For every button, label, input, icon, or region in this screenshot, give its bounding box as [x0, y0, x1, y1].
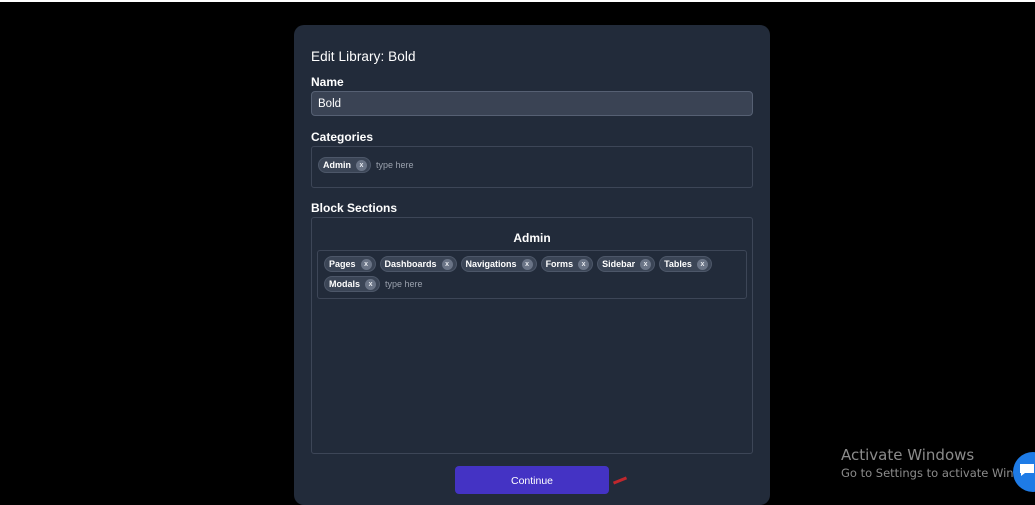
section-chip-forms: Forms x	[540, 256, 594, 272]
category-chip-admin: Admin x	[318, 157, 371, 173]
watermark-title: Activate Windows	[841, 446, 975, 464]
block-sections-panel: Admin Pages x Dashboards x Navigations x…	[311, 217, 753, 454]
section-chip-modals: Modals x	[324, 276, 381, 292]
remove-icon[interactable]: x	[640, 258, 652, 270]
categories-tag-input[interactable]: Admin x	[311, 146, 753, 188]
chip-label: Modals	[329, 279, 361, 289]
section-chip-dashboards: Dashboards x	[379, 256, 457, 272]
chip-label: Sidebar	[602, 259, 636, 269]
remove-icon[interactable]: x	[696, 258, 708, 270]
remove-icon[interactable]: x	[365, 278, 377, 290]
top-edge-line	[0, 0, 1035, 2]
categories-type-input[interactable]	[375, 160, 456, 170]
remove-icon[interactable]: x	[356, 159, 367, 171]
section-chip-pages: Pages x	[324, 256, 376, 272]
name-label: Name	[311, 75, 344, 89]
watermark-subtitle: Go to Settings to activate Windows.	[841, 466, 1035, 480]
chip-label: Tables	[664, 259, 692, 269]
section-title: Admin	[513, 231, 551, 245]
section-tag-input[interactable]: Pages x Dashboards x Navigations x Forms…	[317, 250, 747, 299]
remove-icon[interactable]: x	[360, 258, 372, 270]
chip-label: Pages	[329, 259, 356, 269]
remove-icon[interactable]: x	[521, 258, 533, 270]
name-input[interactable]	[311, 91, 753, 116]
remove-icon[interactable]: x	[441, 258, 453, 270]
block-sections-label: Block Sections	[311, 201, 398, 215]
chip-label: Dashboards	[384, 259, 437, 269]
categories-label: Categories	[311, 130, 374, 144]
modal-title: Edit Library: Bold	[311, 49, 416, 64]
chip-label: Forms	[545, 259, 574, 269]
chat-bubble-icon	[1020, 464, 1034, 476]
chip-label: Admin	[323, 160, 351, 170]
continue-button[interactable]: Continue	[455, 466, 609, 494]
section-chip-tables: Tables x	[659, 256, 712, 272]
remove-icon[interactable]: x	[578, 258, 590, 270]
section-chip-sidebar: Sidebar x	[597, 256, 656, 272]
edit-library-modal: Edit Library: Bold Name Categories Admin…	[294, 25, 770, 505]
chip-label: Navigations	[465, 259, 517, 269]
activate-windows-watermark: Activate Windows Go to Settings to activ…	[841, 446, 1035, 481]
section-type-input[interactable]	[384, 279, 466, 289]
section-chip-navigations: Navigations x	[460, 256, 537, 272]
